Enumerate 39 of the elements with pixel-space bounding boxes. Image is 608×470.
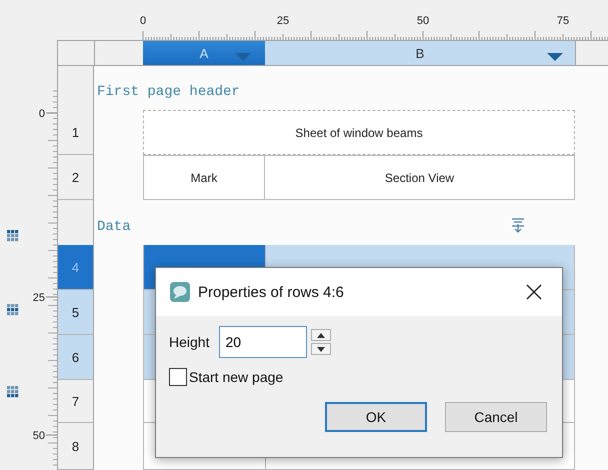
- triangle-up-icon[interactable]: [317, 332, 326, 338]
- input-field[interactable]: 20: [219, 326, 308, 358]
- spin-up-button[interactable]: [311, 329, 332, 341]
- checkbox[interactable]: [169, 368, 187, 386]
- row-number[interactable]: 6: [57, 335, 94, 380]
- cancel-button[interactable]: Cancel: [445, 402, 547, 432]
- ruler-label: 75: [556, 15, 570, 27]
- row-number[interactable]: 8: [57, 423, 94, 470]
- band-title: Data: [97, 219, 131, 235]
- table-cell: Mark: [143, 155, 265, 200]
- spin-down-button[interactable]: [311, 343, 332, 355]
- checkbox-label: Start new page: [189, 369, 284, 385]
- field-label: Height: [169, 334, 210, 350]
- corner-cell: [57, 40, 94, 66]
- table-cell: Sheet of window beams: [143, 110, 575, 155]
- ruler-label: 0: [38, 108, 45, 120]
- band-grid-icon[interactable]: [7, 304, 18, 316]
- row-number[interactable]: 5: [57, 290, 94, 335]
- ruler-label: 50: [416, 15, 430, 27]
- ok-button[interactable]: OK: [325, 402, 427, 432]
- band-grid-icon[interactable]: [7, 386, 18, 398]
- ruler-label: 0: [140, 15, 146, 27]
- table-cell: Section View: [265, 155, 575, 200]
- row-number[interactable]: 2: [57, 155, 94, 200]
- column-header[interactable]: A: [143, 40, 265, 66]
- close-icon[interactable]: [526, 284, 542, 300]
- align-icon[interactable]: [511, 218, 525, 233]
- dialog-title: Properties of rows 4:6: [198, 284, 345, 300]
- caret-icon[interactable]: [547, 53, 563, 61]
- ruler-label: 25: [32, 292, 45, 304]
- ruler-label: 25: [276, 15, 290, 27]
- app-icon: [170, 282, 190, 302]
- column-header[interactable]: B: [265, 40, 575, 66]
- row-number[interactable]: 7: [57, 380, 94, 423]
- ruler-label: 50: [32, 430, 45, 442]
- triangle-down-icon[interactable]: [317, 346, 326, 352]
- row-number[interactable]: 1: [57, 110, 94, 155]
- band-grid-icon[interactable]: [7, 230, 18, 242]
- band-title: First page header: [97, 84, 240, 100]
